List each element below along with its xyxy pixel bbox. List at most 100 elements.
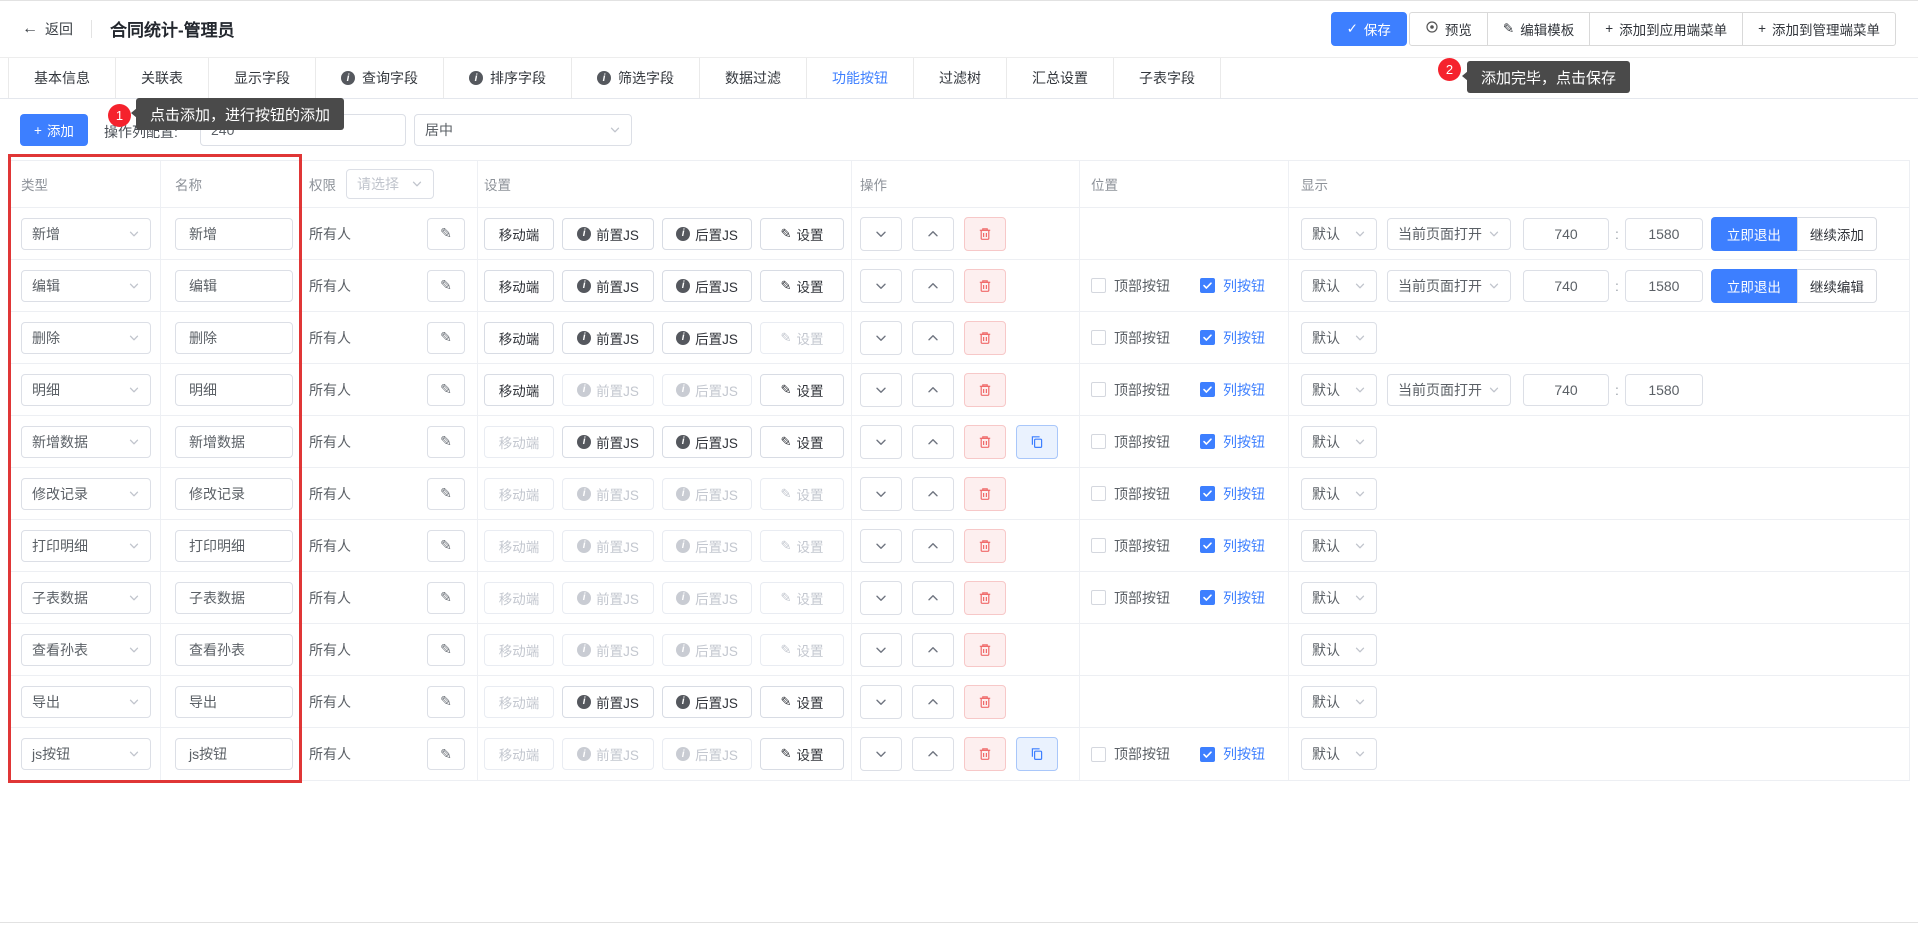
name-input[interactable]: 查看孙表 xyxy=(175,634,293,666)
type-select[interactable]: 查看孙表 xyxy=(21,634,151,666)
exit-now-button[interactable]: 立即退出 xyxy=(1711,217,1797,251)
pre-js-button[interactable]: i前置JS xyxy=(562,426,654,458)
popup-width-input[interactable]: 740 xyxy=(1523,270,1609,302)
top-button-checkbox[interactable] xyxy=(1091,590,1106,605)
mobile-button[interactable]: 移动端 xyxy=(484,634,554,666)
pre-js-button[interactable]: i前置JS xyxy=(562,218,654,250)
edit-permission-button[interactable]: ✎ xyxy=(427,218,465,250)
delete-button[interactable] xyxy=(964,477,1006,511)
move-down-button[interactable] xyxy=(860,633,902,667)
name-input[interactable]: 明细 xyxy=(175,374,293,406)
popup-height-input[interactable]: 1580 xyxy=(1625,374,1703,406)
column-button-checkbox[interactable] xyxy=(1200,747,1215,762)
mobile-button[interactable]: 移动端 xyxy=(484,270,554,302)
move-up-button[interactable] xyxy=(912,425,954,459)
setting-button[interactable]: ✎设置 xyxy=(760,374,844,406)
edit-permission-button[interactable]: ✎ xyxy=(427,634,465,666)
name-input[interactable]: js按钮 xyxy=(175,738,293,770)
popup-width-input[interactable]: 740 xyxy=(1523,218,1609,250)
tab-7[interactable]: 数据过滤 xyxy=(700,58,807,98)
tab-5[interactable]: i排序字段 xyxy=(444,58,572,98)
open-mode-select[interactable]: 当前页面打开 xyxy=(1387,374,1511,406)
column-button-checkbox[interactable] xyxy=(1200,486,1215,501)
display-mode-select[interactable]: 默认 xyxy=(1301,582,1377,614)
pre-js-button[interactable]: i前置JS xyxy=(562,374,654,406)
display-mode-select[interactable]: 默认 xyxy=(1301,738,1377,770)
edit-permission-button[interactable]: ✎ xyxy=(427,478,465,510)
move-down-button[interactable] xyxy=(860,477,902,511)
delete-button[interactable] xyxy=(964,529,1006,563)
copy-button[interactable] xyxy=(1016,737,1058,771)
add-button[interactable]: + 添加 xyxy=(20,114,88,146)
type-select[interactable]: 修改记录 xyxy=(21,478,151,510)
display-mode-select[interactable]: 默认 xyxy=(1301,530,1377,562)
tab-8[interactable]: 功能按钮 xyxy=(807,58,914,98)
name-input[interactable]: 编辑 xyxy=(175,270,293,302)
display-mode-select[interactable]: 默认 xyxy=(1301,322,1377,354)
mobile-button[interactable]: 移动端 xyxy=(484,322,554,354)
move-up-button[interactable] xyxy=(912,685,954,719)
back-button[interactable]: ← 返回 xyxy=(22,19,73,39)
move-down-button[interactable] xyxy=(860,581,902,615)
pre-js-button[interactable]: i前置JS xyxy=(562,686,654,718)
delete-button[interactable] xyxy=(964,685,1006,719)
setting-button[interactable]: ✎设置 xyxy=(760,582,844,614)
delete-button[interactable] xyxy=(964,425,1006,459)
mobile-button[interactable]: 移动端 xyxy=(484,374,554,406)
preview-button[interactable]: 预览 xyxy=(1409,12,1488,46)
post-js-button[interactable]: i后置JS xyxy=(662,426,752,458)
column-button-checkbox[interactable] xyxy=(1200,434,1215,449)
setting-button[interactable]: ✎设置 xyxy=(760,322,844,354)
popup-width-input[interactable]: 740 xyxy=(1523,374,1609,406)
type-select[interactable]: 删除 xyxy=(21,322,151,354)
name-input[interactable]: 新增数据 xyxy=(175,426,293,458)
tab-6[interactable]: i筛选字段 xyxy=(572,58,700,98)
delete-button[interactable] xyxy=(964,581,1006,615)
move-down-button[interactable] xyxy=(860,685,902,719)
post-js-button[interactable]: i后置JS xyxy=(662,270,752,302)
display-mode-select[interactable]: 默认 xyxy=(1301,634,1377,666)
mobile-button[interactable]: 移动端 xyxy=(484,478,554,510)
display-mode-select[interactable]: 默认 xyxy=(1301,270,1377,302)
post-js-button[interactable]: i后置JS xyxy=(662,738,752,770)
column-button-checkbox[interactable] xyxy=(1200,590,1215,605)
edit-permission-button[interactable]: ✎ xyxy=(427,582,465,614)
setting-button[interactable]: ✎设置 xyxy=(760,478,844,510)
post-js-button[interactable]: i后置JS xyxy=(662,478,752,510)
move-down-button[interactable] xyxy=(860,321,902,355)
open-mode-select[interactable]: 当前页面打开 xyxy=(1387,270,1511,302)
exit-now-button[interactable]: 立即退出 xyxy=(1711,269,1797,303)
delete-button[interactable] xyxy=(964,321,1006,355)
move-down-button[interactable] xyxy=(860,269,902,303)
move-up-button[interactable] xyxy=(912,633,954,667)
pre-js-button[interactable]: i前置JS xyxy=(562,478,654,510)
move-down-button[interactable] xyxy=(860,529,902,563)
type-select[interactable]: 新增数据 xyxy=(21,426,151,458)
popup-height-input[interactable]: 1580 xyxy=(1625,270,1703,302)
edit-permission-button[interactable]: ✎ xyxy=(427,322,465,354)
pre-js-button[interactable]: i前置JS xyxy=(562,582,654,614)
copy-button[interactable] xyxy=(1016,425,1058,459)
move-down-button[interactable] xyxy=(860,217,902,251)
type-select[interactable]: 打印明细 xyxy=(21,530,151,562)
pre-js-button[interactable]: i前置JS xyxy=(562,634,654,666)
post-js-button[interactable]: i后置JS xyxy=(662,322,752,354)
mobile-button[interactable]: 移动端 xyxy=(484,218,554,250)
delete-button[interactable] xyxy=(964,633,1006,667)
setting-button[interactable]: ✎设置 xyxy=(760,218,844,250)
tab-4[interactable]: i查询字段 xyxy=(316,58,444,98)
tab-1[interactable]: 基本信息 xyxy=(8,58,116,98)
name-input[interactable]: 删除 xyxy=(175,322,293,354)
tab-10[interactable]: 汇总设置 xyxy=(1007,58,1114,98)
tab-11[interactable]: 子表字段 xyxy=(1114,58,1221,98)
top-button-checkbox[interactable] xyxy=(1091,382,1106,397)
name-input[interactable]: 导出 xyxy=(175,686,293,718)
move-up-button[interactable] xyxy=(912,321,954,355)
permission-filter-select[interactable]: 请选择 xyxy=(346,169,434,199)
display-mode-select[interactable]: 默认 xyxy=(1301,478,1377,510)
setting-button[interactable]: ✎设置 xyxy=(760,530,844,562)
pre-js-button[interactable]: i前置JS xyxy=(562,530,654,562)
type-select[interactable]: 导出 xyxy=(21,686,151,718)
type-select[interactable]: js按钮 xyxy=(21,738,151,770)
delete-button[interactable] xyxy=(964,373,1006,407)
